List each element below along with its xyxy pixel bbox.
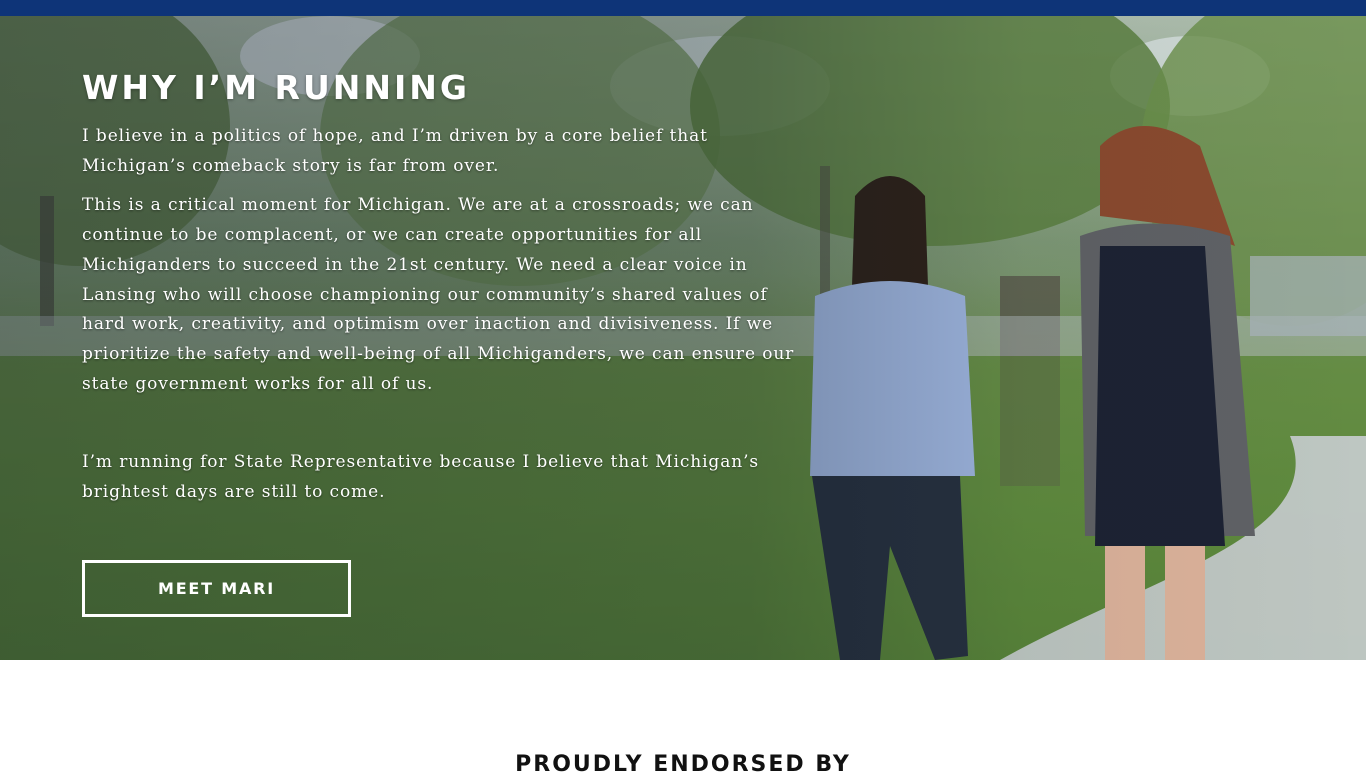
intro-paragraph: I believe in a politics of hope, and I’m… bbox=[82, 126, 708, 176]
why-running-hero: WHY I’M RUNNING I believe in a politics … bbox=[0, 16, 1366, 660]
meet-mari-button[interactable]: MEET MARI bbox=[82, 559, 351, 617]
endorsements-heading: PROUDLY ENDORSED BY bbox=[515, 752, 851, 777]
top-nav-bar bbox=[0, 0, 1366, 16]
running-paragraph: I’m running for State Representative bec… bbox=[82, 452, 760, 503]
hero-content: WHY I’M RUNNING I believe in a politics … bbox=[82, 68, 812, 617]
section-heading: WHY I’M RUNNING bbox=[82, 68, 470, 107]
crossroads-paragraph: This is a critical moment for Michigan. … bbox=[82, 195, 795, 394]
